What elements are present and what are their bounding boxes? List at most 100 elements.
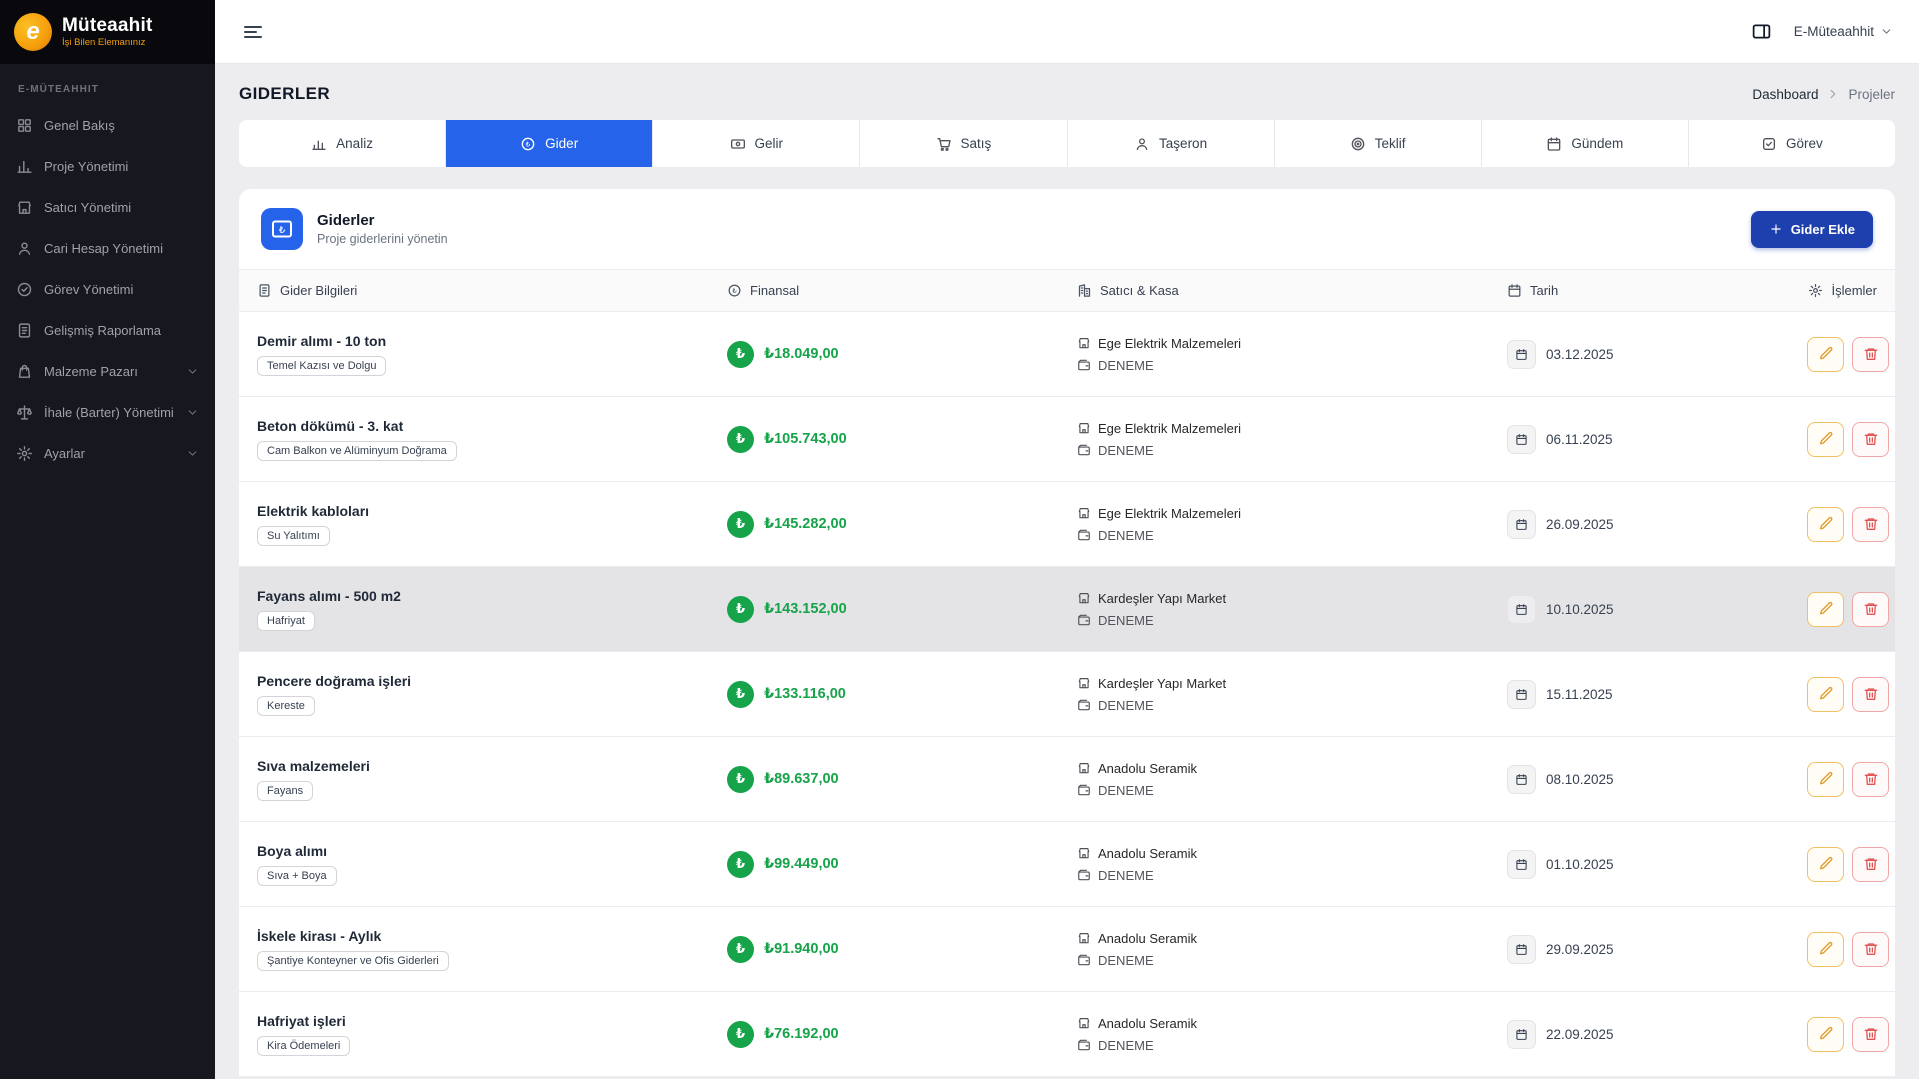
sidebar-item[interactable]: Proje Yönetimi [0,146,215,187]
trash-icon [1863,856,1879,872]
table-body: Demir alımı - 10 tonTemel Kazısı ve Dolg… [239,312,1895,1077]
chevron-down-icon [186,365,199,378]
tab-analiz[interactable]: Analiz [239,120,446,167]
edit-button[interactable] [1807,762,1844,797]
date-cell: 22.09.2025 [1507,1020,1807,1049]
expense-finance-cell: ₺₺105.743,00 [727,426,1077,453]
add-expense-button[interactable]: Gider Ekle [1751,211,1873,248]
expense-finance-cell: ₺₺89.637,00 [727,766,1077,793]
menu-icon [241,20,265,44]
sidebar-item[interactable]: İhale (Barter) Yönetimi [0,392,215,433]
tab-taşeron[interactable]: Taşeron [1068,120,1275,167]
tab-satış[interactable]: Satış [860,120,1067,167]
actions-cell [1807,592,1889,627]
expense-category-tag: Kereste [257,696,315,716]
column-header: İşlemler [1807,283,1877,298]
table-row[interactable]: Pencere doğrama işleriKereste₺₺133.116,0… [239,652,1895,737]
column-header: Satıcı & Kasa [1077,283,1507,298]
vendor-name: Ege Elektrik Malzemeleri [1098,421,1241,436]
vendor-cell: Ege Elektrik MalzemeleriDENEME [1077,421,1507,458]
expense-info-cell: İskele kirası - AylıkŞantiye Konteyner v… [257,928,727,971]
actions-cell [1807,847,1889,882]
reports-icon [16,322,33,339]
edit-button[interactable] [1807,932,1844,967]
table-row[interactable]: Demir alımı - 10 tonTemel Kazısı ve Dolg… [239,312,1895,397]
sidebar-item-label: Görev Yönetimi [44,282,133,297]
delete-button[interactable] [1852,422,1889,457]
expense-finance-cell: ₺₺18.049,00 [727,341,1077,368]
calendar-icon [1507,680,1536,709]
vendor-name: Anadolu Seramik [1098,1016,1197,1031]
sidebar-item[interactable]: Malzeme Pazarı [0,351,215,392]
table-row[interactable]: Beton dökümü - 3. katCam Balkon ve Alümi… [239,397,1895,482]
delete-button[interactable] [1852,592,1889,627]
sidebar-item[interactable]: Gelişmiş Raporlama [0,310,215,351]
edit-button[interactable] [1807,677,1844,712]
expense-date: 03.12.2025 [1546,347,1614,362]
actions-cell [1807,932,1889,967]
sidebar-item[interactable]: Ayarlar [0,433,215,474]
chevron-down-icon [186,406,199,419]
table-row[interactable]: Sıva malzemeleriFayans₺₺89.637,00Anadolu… [239,737,1895,822]
delete-button[interactable] [1852,762,1889,797]
table-row[interactable]: İskele kirası - AylıkŞantiye Konteyner v… [239,907,1895,992]
actions-cell [1807,762,1889,797]
delete-button[interactable] [1852,932,1889,967]
lira-circle-icon: ₺ [727,766,754,793]
account-menu[interactable]: E-Müteaahhit [1794,24,1893,39]
kasa-name: DENEME [1098,528,1154,543]
store-icon [1077,846,1091,860]
table-row[interactable]: Hafriyat işleriKira Ödemeleri₺₺76.192,00… [239,992,1895,1077]
panel-toggle-button[interactable] [1751,21,1772,42]
breadcrumb: Dashboard Projeler [1752,87,1895,102]
menu-toggle-button[interactable] [241,20,265,44]
expense-amount: ₺133.116,00 [764,686,846,702]
trash-icon [1863,601,1879,617]
edit-button[interactable] [1807,507,1844,542]
tab-görev[interactable]: Görev [1689,120,1895,167]
tab-gündem[interactable]: Gündem [1482,120,1689,167]
edit-button[interactable] [1807,1017,1844,1052]
delete-button[interactable] [1852,507,1889,542]
vendor-name: Anadolu Seramik [1098,846,1197,861]
actions-cell [1807,337,1889,372]
brand-tagline: İşi Bilen Elemanınız [62,37,152,48]
brand-name: Müteaahit [62,16,152,36]
svg-text:₺: ₺ [526,139,531,148]
edit-button[interactable] [1807,847,1844,882]
expense-date: 15.11.2025 [1546,687,1613,702]
expense-amount: ₺76.192,00 [764,1026,839,1042]
expense-info-cell: Elektrik kablolarıSu Yalıtımı [257,503,727,546]
edit-button[interactable] [1807,337,1844,372]
table-row[interactable]: Fayans alımı - 500 m2Hafriyat₺₺143.152,0… [239,567,1895,652]
sidebar-item[interactable]: Genel Bakış [0,105,215,146]
trash-icon [1863,941,1879,957]
delete-button[interactable] [1852,337,1889,372]
sidebar-item[interactable]: Görev Yönetimi [0,269,215,310]
vendor-cell: Anadolu SeramikDENEME [1077,1016,1507,1053]
column-header: Tarih [1507,283,1807,298]
tab-teklif[interactable]: Teklif [1275,120,1482,167]
edit-button[interactable] [1807,422,1844,457]
expense-date: 10.10.2025 [1546,602,1614,617]
vendor-cell: Kardeşler Yapı MarketDENEME [1077,676,1507,713]
wallet-icon [1077,783,1091,797]
sidebar-item[interactable]: Cari Hesap Yönetimi [0,228,215,269]
table-row[interactable]: Boya alımıSıva + Boya₺₺99.449,00Anadolu … [239,822,1895,907]
delete-button[interactable] [1852,847,1889,882]
logo[interactable]: e Müteaahit İşi Bilen Elemanınız [0,0,215,64]
tab-gelir[interactable]: Gelir [653,120,860,167]
vendor-cell: Ege Elektrik MalzemeleriDENEME [1077,506,1507,543]
actions-cell [1807,677,1889,712]
tab-gider[interactable]: ₺Gider [446,120,653,167]
breadcrumb-dashboard[interactable]: Dashboard [1752,87,1818,102]
sidebar-item[interactable]: Satıcı Yönetimi [0,187,215,228]
edit-button[interactable] [1807,592,1844,627]
expense-title: Fayans alımı - 500 m2 [257,588,727,604]
delete-button[interactable] [1852,677,1889,712]
operations-icon [1808,283,1823,298]
card-subtitle: Proje giderlerini yönetin [317,232,448,246]
table-row[interactable]: Elektrik kablolarıSu Yalıtımı₺₺145.282,0… [239,482,1895,567]
delete-button[interactable] [1852,1017,1889,1052]
panel-toggle-icon [1751,21,1772,42]
